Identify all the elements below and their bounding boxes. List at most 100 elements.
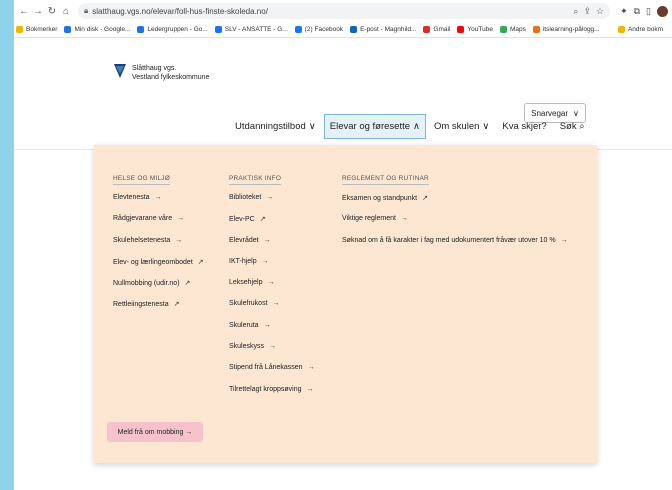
bookmark-label: Maps	[509, 26, 526, 33]
dropdown-link-label: Rådgjevarane våre	[113, 215, 173, 223]
star-icon[interactable]: ☆	[596, 6, 604, 17]
chevron-up-icon: ∧	[413, 121, 420, 132]
dropdown-link-label: Rettleiingstenesta	[113, 301, 169, 309]
external-link-icon: ↗	[197, 258, 204, 266]
url-bar[interactable]: 🔒︎ slatthaug.vgs.no/elevar/foll-hus-fins…	[78, 3, 611, 19]
dropdown-link[interactable]: Eksamen og standpunkt ↗	[342, 194, 568, 215]
dropdown-link[interactable]: Viktige reglement →	[342, 215, 568, 236]
dropdown-link-label: Skulefrukost	[229, 300, 268, 308]
chevron-down-icon: ∨	[482, 121, 490, 132]
dropdown-link-label: Elev- og lærlingeombodet	[113, 258, 193, 266]
report-bullying-button[interactable]: Meld frå om mobbing →	[107, 422, 203, 442]
column-heading: HELSE OG MILJØ	[113, 175, 170, 185]
bookmark-item[interactable]: Min disk - Google...	[64, 26, 130, 33]
bookmark-item[interactable]: YouTube	[457, 26, 493, 33]
dropdown-link-label: Leksehjelp	[229, 279, 263, 287]
arrow-right-icon: →	[267, 279, 275, 287]
dropdown-link[interactable]: Elevrådet →	[229, 237, 315, 258]
home-icon[interactable]: ⌂	[60, 6, 72, 17]
bookmark-item[interactable]: Bokmerker	[16, 26, 57, 33]
bookmark-icon	[423, 26, 431, 33]
forward-icon[interactable]: →	[32, 6, 44, 17]
bookmark-item[interactable]: E-post - Magnhild...	[350, 26, 416, 33]
dropdown-link[interactable]: Stipend frå Lånekassen →	[229, 364, 315, 385]
dropdown-link[interactable]: Tilrettelagt kroppsøving →	[229, 386, 315, 407]
bookmark-icon	[499, 26, 507, 33]
bookmark-item[interactable]: Ledergruppen - Go...	[137, 26, 208, 33]
bookmark-label: Andre bokm	[627, 26, 663, 33]
dropdown-link[interactable]: Skulefrukost →	[229, 300, 315, 321]
nav-item-0[interactable]: Utdanningstilbod ∨	[230, 115, 321, 138]
column-practical: PRAKTISK INFO Biblioteket → Elev-PC ↗ Elevråd…	[229, 167, 315, 407]
dropdown-link-label: Nullmobbing (udir.no)	[113, 280, 180, 288]
external-link-icon: ↗	[173, 301, 180, 309]
school-emblem-icon	[114, 64, 126, 78]
bookmark-item[interactable]: SLV - ANSATTE - G...	[214, 26, 288, 33]
dropdown-link[interactable]: Rettleiingstenesta ↗	[113, 300, 204, 321]
back-icon[interactable]: ←	[18, 6, 30, 17]
bookmark-other[interactable]: Andre bokm	[617, 26, 663, 33]
dropdown-link-label: Skuleskyss	[229, 343, 265, 351]
dropdown-link[interactable]: Biblioteket →	[229, 194, 315, 215]
bookmark-label: SLV - ANSATTE - G...	[224, 26, 288, 33]
arrow-right-icon: →	[306, 385, 314, 393]
bookmark-label: (2) Facebook	[304, 26, 344, 33]
dropdown-link[interactable]: Skuleskyss →	[229, 343, 315, 364]
bookmark-label: E-post - Magnhild...	[360, 26, 417, 33]
column-rules: REGLEMENT OG RUTINAR Eksamen og standpunk…	[342, 167, 568, 258]
dropdown-link-label: Søknad om å få karakter i fag med udokum…	[342, 236, 556, 244]
profile-avatar[interactable]	[657, 5, 668, 17]
folder-icon	[617, 26, 625, 33]
column-health: HELSE OG MILJØ Elevtenesta → Rådgjevarane v…	[113, 167, 204, 322]
school-name: Slåtthaug vgs.	[132, 65, 177, 72]
nav-item-2[interactable]: Om skulen ∨	[429, 115, 494, 138]
dropdown-link[interactable]: Skuleruta →	[229, 322, 315, 343]
nav-item-label: Kva skjer?	[502, 121, 547, 132]
search-icon: ⌕	[576, 121, 585, 132]
school-logo[interactable]: Slåtthaug vgs. Vestland fylkeskommune	[114, 64, 209, 82]
reload-icon[interactable]: ↻	[46, 6, 58, 17]
bookmark-label: Ledergruppen - Go...	[147, 26, 208, 33]
nav-item-label: Om skulen	[433, 121, 480, 132]
extension-icon[interactable]: ✦	[620, 6, 628, 17]
bookmark-item[interactable]: (2) Facebook	[294, 26, 344, 33]
search-icon[interactable]: ⌕	[573, 6, 578, 17]
dropdown-link-label: Skulehelsetenesta	[113, 236, 171, 244]
bookmark-icon	[214, 26, 222, 33]
bookmark-icon	[350, 26, 358, 33]
dropdown-link-label: Tilrettelagt kroppsøving	[229, 385, 302, 393]
dropdown-link-label: IKT-hjelp	[229, 257, 257, 265]
arrow-right-icon: →	[266, 194, 274, 201]
bookmark-item[interactable]: Maps	[499, 26, 526, 33]
nav-item-4[interactable]: Søk ⌕	[555, 115, 590, 138]
bookmark-item[interactable]: itslearning-pålogg...	[532, 26, 600, 33]
bookmark-label: Gmail	[433, 26, 451, 33]
dropdown-link[interactable]: Nullmobbing (udir.no) ↗	[113, 279, 204, 300]
arrow-right-icon: →	[175, 236, 183, 244]
nav-item-1[interactable]: Elevar og føresette ∧	[323, 114, 426, 139]
bookmark-label: Min disk - Google...	[74, 26, 131, 33]
dropdown-link[interactable]: IKT-hjelp →	[229, 258, 315, 279]
arrow-right-icon: →	[177, 215, 185, 223]
arrow-right-icon: →	[272, 300, 280, 308]
dropdown-link[interactable]: Søknad om å få karakter i fag med udokum…	[342, 237, 568, 258]
dropdown-link[interactable]: Elev- og lærlingeombodet ↗	[113, 258, 204, 279]
bookmark-label: Bokmerker	[26, 26, 58, 33]
bookmark-label: YouTube	[467, 26, 493, 33]
arrow-right-icon: →	[560, 236, 568, 244]
dropdown-link[interactable]: Skulehelsetenesta →	[113, 237, 204, 258]
nav-item-3[interactable]: Kva skjer?	[497, 115, 551, 138]
bookmark-icon	[16, 26, 23, 33]
arrow-right-icon: →	[307, 364, 315, 372]
share-icon[interactable]: ⇪	[583, 6, 591, 17]
main-navigation: Utdanningstilbod ∨ Elevar og føresette ∧ Om …	[230, 114, 593, 139]
dropdown-link[interactable]: Rådgjevarane våre →	[113, 215, 204, 236]
dropdown-link[interactable]: Leksehjelp →	[229, 279, 315, 300]
county-name: Vestland fylkeskommune	[132, 74, 210, 81]
sidebar-icon[interactable]: ▯	[646, 6, 651, 17]
dropdown-link[interactable]: Elevtenesta →	[113, 194, 204, 215]
bookmark-item[interactable]: Gmail	[423, 26, 450, 33]
dropdown-link[interactable]: Elev-PC ↗	[229, 215, 315, 236]
puzzle-icon[interactable]: ⧉	[634, 6, 640, 17]
bookmark-icon	[532, 26, 540, 33]
